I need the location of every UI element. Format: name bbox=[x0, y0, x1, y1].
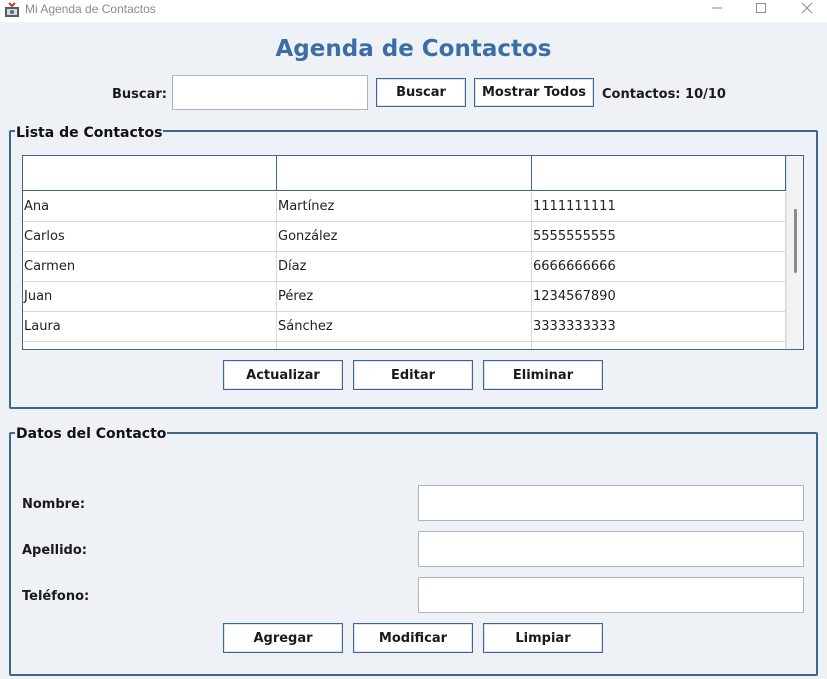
title-bar: Mi Agenda de Contactos bbox=[0, 0, 827, 22]
column-header[interactable] bbox=[532, 156, 786, 191]
search-button[interactable]: Buscar bbox=[376, 78, 466, 107]
contacts-table[interactable]: Ana Martínez 1111111111 Carlos González … bbox=[22, 155, 804, 350]
show-all-button[interactable]: Mostrar Todos bbox=[474, 78, 594, 107]
contact-count: Contactos: 10/10 bbox=[602, 87, 726, 102]
cell-first-name: Carmen bbox=[23, 252, 277, 282]
cell-phone: 1111111111 bbox=[532, 192, 786, 222]
cell-phone: 3333333333 bbox=[532, 312, 786, 342]
name-label: Nombre: bbox=[22, 497, 86, 512]
edit-button[interactable]: Editar bbox=[353, 360, 473, 390]
cell-first-name: Laura bbox=[23, 312, 277, 342]
cell-first-name: Ana bbox=[23, 192, 277, 222]
modify-button[interactable]: Modificar bbox=[353, 623, 473, 653]
table-row[interactable]: Carmen Díaz 6666666666 bbox=[23, 252, 786, 282]
cell-empty bbox=[23, 342, 277, 349]
cell-last-name: Sánchez bbox=[277, 312, 532, 342]
search-input[interactable] bbox=[172, 75, 368, 110]
cell-first-name: Juan bbox=[23, 282, 277, 312]
cell-phone: 6666666666 bbox=[532, 252, 786, 282]
close-icon[interactable] bbox=[792, 0, 822, 16]
delete-button[interactable]: Eliminar bbox=[483, 360, 603, 390]
page-title: Agenda de Contactos bbox=[275, 36, 552, 62]
contact-list-title: Lista de Contactos bbox=[15, 125, 164, 141]
surname-field[interactable] bbox=[418, 531, 804, 567]
table-scrollbar[interactable] bbox=[786, 156, 803, 349]
cell-last-name: Pérez bbox=[277, 282, 532, 312]
java-app-icon bbox=[4, 2, 21, 18]
column-header[interactable] bbox=[23, 156, 277, 191]
table-row[interactable]: Laura Sánchez 3333333333 bbox=[23, 312, 786, 342]
cell-last-name: Martínez bbox=[277, 192, 532, 222]
cell-empty bbox=[277, 342, 532, 349]
name-field[interactable] bbox=[418, 485, 804, 521]
table-row[interactable]: Carlos González 5555555555 bbox=[23, 222, 786, 252]
table-row[interactable]: Juan Pérez 1234567890 bbox=[23, 282, 786, 312]
refresh-button[interactable]: Actualizar bbox=[223, 360, 343, 390]
cell-last-name: González bbox=[277, 222, 532, 252]
surname-label: Apellido: bbox=[22, 543, 87, 558]
cell-empty bbox=[532, 342, 786, 349]
cell-phone: 5555555555 bbox=[532, 222, 786, 252]
scrollbar-thumb[interactable] bbox=[794, 209, 797, 273]
window-content: Agenda de Contactos Buscar: Buscar Mostr… bbox=[0, 22, 827, 679]
phone-label: Teléfono: bbox=[22, 589, 90, 604]
table-row-partial bbox=[23, 342, 786, 349]
maximize-icon[interactable] bbox=[746, 0, 776, 16]
minimize-icon[interactable] bbox=[702, 0, 732, 16]
search-label: Buscar: bbox=[112, 87, 167, 102]
window-title: Mi Agenda de Contactos bbox=[25, 2, 156, 16]
table-row[interactable]: Ana Martínez 1111111111 bbox=[23, 192, 786, 222]
contact-details-title: Datos del Contacto bbox=[15, 426, 168, 442]
cell-first-name: Carlos bbox=[23, 222, 277, 252]
phone-field[interactable] bbox=[418, 577, 804, 613]
cell-last-name: Díaz bbox=[277, 252, 532, 282]
cell-phone: 1234567890 bbox=[532, 282, 786, 312]
table-header bbox=[23, 156, 786, 191]
add-button[interactable]: Agregar bbox=[223, 623, 343, 653]
column-header[interactable] bbox=[277, 156, 532, 191]
clear-button[interactable]: Limpiar bbox=[483, 623, 603, 653]
